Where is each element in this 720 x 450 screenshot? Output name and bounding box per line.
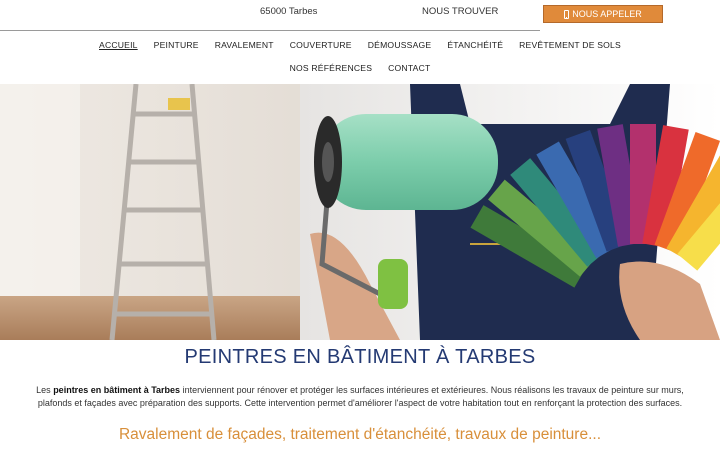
- nav-row-1: ACCUEIL PEINTURE RAVALEMENT COUVERTURE D…: [0, 40, 720, 50]
- nav-item-references[interactable]: NOS RÉFÉRENCES: [290, 63, 373, 73]
- top-info-bar: 65000 Tarbes NOUS TROUVER NOUS APPELER: [0, 0, 720, 30]
- page-title: PEINTRES EN BÂTIMENT À TARBES: [184, 346, 536, 368]
- location-text: 65000 Tarbes: [260, 6, 318, 17]
- nav-item-revetement-sols[interactable]: REVÊTEMENT DE SOLS: [519, 40, 621, 50]
- find-us-link[interactable]: NOUS TROUVER: [422, 6, 498, 17]
- nav-item-peinture[interactable]: PEINTURE: [154, 40, 199, 50]
- call-us-button[interactable]: NOUS APPELER: [543, 5, 663, 23]
- intro-prefix: Les: [36, 385, 54, 395]
- nav-item-accueil[interactable]: ACCUEIL: [99, 40, 138, 50]
- call-us-label: NOUS APPELER: [572, 9, 642, 19]
- nav-item-contact[interactable]: CONTACT: [388, 63, 430, 73]
- intro-paragraph: Les peintres en bâtiment à Tarbes interv…: [18, 384, 702, 410]
- nav-item-etancheite[interactable]: ÉTANCHÉITÉ: [447, 40, 503, 50]
- hero-image: [0, 84, 720, 340]
- nav-item-ravalement[interactable]: RAVALEMENT: [215, 40, 274, 50]
- section-subtitle: Ravalement de façades, traitement d'étan…: [118, 426, 602, 443]
- nav-item-couverture[interactable]: COUVERTURE: [290, 40, 352, 50]
- nav-item-demoussage[interactable]: DÉMOUSSAGE: [368, 40, 432, 50]
- intro-highlight: peintres en bâtiment à Tarbes: [53, 385, 181, 395]
- painter-illustration: [0, 84, 720, 340]
- header-divider: [0, 30, 540, 31]
- nav-row-2: NOS RÉFÉRENCES CONTACT: [0, 63, 720, 73]
- phone-icon: [564, 9, 570, 19]
